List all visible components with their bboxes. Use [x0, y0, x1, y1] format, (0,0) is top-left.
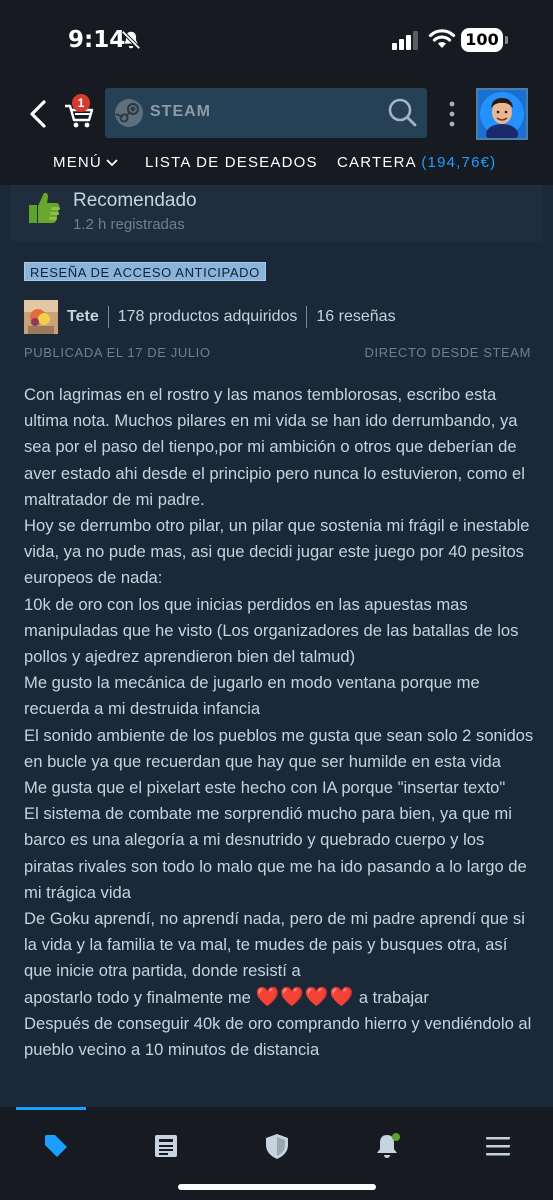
news-icon[interactable] — [152, 1132, 180, 1160]
store-tag-icon[interactable] — [42, 1132, 70, 1160]
review-paragraph: Después de conseguir 40k de oro comprand… — [24, 1013, 532, 1060]
nav-menu-button[interactable]: MENÚ — [53, 154, 118, 171]
bell-muted-icon — [121, 30, 141, 50]
hours-played: 1.2 h registradas — [73, 216, 185, 233]
author-info: Tete 178 productos adquiridos 16 reseñas — [67, 306, 396, 328]
recommendation-box: Recomendado 1.2 h registradas — [11, 185, 542, 241]
back-arrow-icon[interactable] — [26, 99, 50, 129]
author-reviews[interactable]: 16 reseñas — [316, 308, 395, 325]
purchase-source: DIRECTO DESDE STEAM — [364, 345, 531, 360]
review-heart-line: apostarlo todo y finalmente me ❤️❤️❤️❤️ … — [24, 985, 536, 1011]
recommendation-verdict: Recomendado — [73, 190, 197, 211]
wallet-balance: (194,76€) — [421, 154, 497, 171]
home-indicator[interactable] — [178, 1184, 376, 1190]
review-paragraph: De Goku aprendí, no aprendí nada, pero d… — [24, 909, 525, 981]
nav-menu-label: MENÚ — [53, 154, 102, 171]
avatar-image — [478, 90, 526, 138]
heart-line-after: a trabajar — [358, 987, 429, 1007]
author-name[interactable]: Tete — [67, 308, 99, 325]
author-avatar-image — [24, 300, 58, 334]
review-paragraph: Hoy se derrumbo otro pilar, un pilar que… — [24, 516, 530, 588]
shield-icon[interactable] — [263, 1132, 291, 1160]
review-body: Con lagrimas en el rostro y las manos te… — [24, 382, 536, 1063]
more-options-icon[interactable] — [446, 100, 458, 128]
active-tab-indicator — [16, 1107, 86, 1110]
review-paragraph: 10k de oro con los que inicias perdidos … — [24, 594, 519, 667]
author-avatar[interactable] — [24, 300, 58, 334]
steam-wordmark: STEAM — [150, 103, 211, 120]
wifi-icon — [428, 29, 456, 48]
nav-wallet-link[interactable]: CARTERA (194,76€) — [337, 154, 496, 171]
cart-count-badge: 1 — [72, 94, 90, 112]
review-paragraph: Me gusta que el pixelart este hecho con … — [24, 778, 506, 798]
steam-logo-icon — [115, 99, 143, 127]
nav-wishlist-link[interactable]: LISTA DE DESEADOS — [145, 154, 318, 171]
author-products[interactable]: 178 productos adquiridos — [118, 308, 298, 325]
status-bar: 9:14 100 — [0, 0, 553, 80]
battery-indicator: 100 — [461, 28, 508, 52]
chevron-down-icon — [106, 159, 118, 167]
review-paragraph: Me gusto la mecánica de jugarlo en modo … — [24, 673, 480, 719]
early-access-badge: RESEÑA DE ACCESO ANTICIPADO — [24, 262, 266, 281]
divider — [306, 306, 308, 328]
posted-date: PUBLICADA EL 17 DE JULIO — [24, 345, 211, 360]
review-paragraph: Con lagrimas en el rostro y las manos te… — [24, 385, 525, 509]
review-content: Recomendado 1.2 h registradas RESEÑA DE … — [0, 185, 553, 1107]
app-header: 1 STEAM MENÚ LISTA DE DESEADOS CARTERA (… — [0, 80, 553, 185]
notifications-bell-icon[interactable] — [373, 1132, 401, 1160]
nav-wallet-label: CARTERA — [337, 154, 416, 171]
hearts-emoji: ❤️❤️❤️❤️ — [255, 986, 355, 1008]
hamburger-menu-icon[interactable] — [484, 1132, 512, 1160]
search-icon[interactable] — [386, 96, 418, 128]
thumbs-up-icon — [29, 192, 60, 223]
review-paragraph: El sistema de combate me sorprendió much… — [24, 804, 527, 902]
user-avatar[interactable] — [476, 88, 528, 140]
top-nav: MENÚ LISTA DE DESEADOS CARTERA (194,76€) — [0, 152, 553, 176]
review-paragraph: El sonido ambiente de los pueblos me gus… — [24, 725, 534, 771]
cellular-signal-icon — [392, 31, 418, 50]
divider — [107, 306, 109, 328]
heart-line-before: apostarlo todo y finalmente me — [24, 987, 251, 1007]
status-time: 9:14 — [68, 27, 126, 53]
